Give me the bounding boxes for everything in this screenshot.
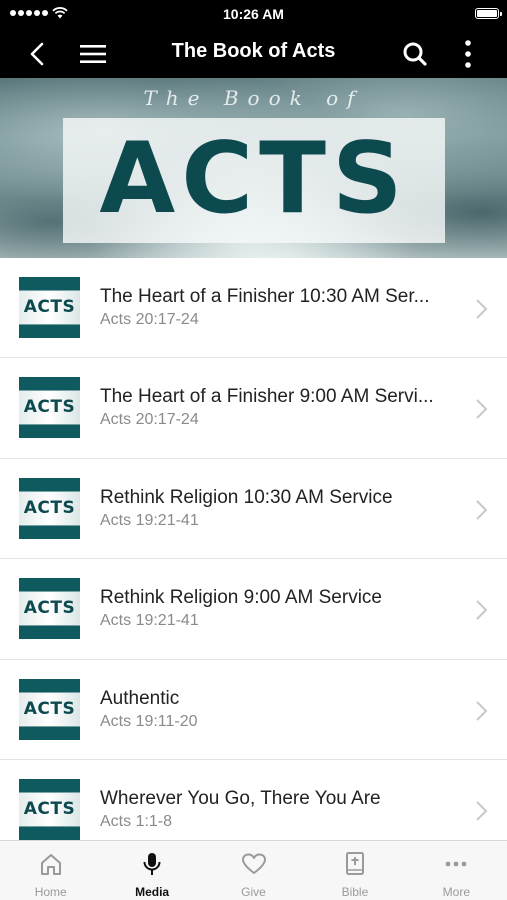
tab-home[interactable]: Home (0, 841, 101, 900)
sermon-list: ACTS The Heart of a Finisher 10:30 AM Se… (0, 258, 507, 840)
sermon-scripture: Acts 19:21-41 (100, 612, 199, 630)
sermon-thumbnail: ACTS (19, 377, 80, 439)
sermon-thumbnail: ACTS (19, 477, 80, 539)
sermon-title: Rethink Religion 9:00 AM Service (100, 587, 382, 609)
bible-icon (345, 852, 364, 875)
sermon-title: Authentic (100, 687, 180, 709)
tab-label: Bible (341, 885, 369, 899)
sermon-scripture: Acts 20:17-24 (100, 411, 199, 429)
page-title: The Book of Acts (171, 40, 336, 62)
status-bar: 10:26 AM (0, 0, 507, 28)
tab-media[interactable]: Media (101, 841, 202, 900)
banner-title-box: ACTS (63, 118, 445, 243)
chevron-right-icon (476, 801, 488, 821)
chevron-right-icon (476, 700, 488, 721)
sermon-title: The Heart of a Finisher 9:00 AM Servi... (100, 386, 434, 408)
tab-bible[interactable]: Bible (304, 841, 405, 900)
list-item[interactable]: ACTS Rethink Religion 10:30 AM Service A… (0, 458, 507, 560)
chevron-right-icon (476, 500, 488, 520)
chevron-right-icon (476, 299, 488, 319)
sermon-title: The Heart of a Finisher 10:30 AM Ser... (100, 286, 430, 307)
microphone-icon (143, 853, 161, 875)
search-icon[interactable] (400, 39, 430, 69)
more-dots-icon (445, 861, 467, 867)
sermon-scripture: Acts 19:21-41 (100, 511, 199, 529)
tab-label: Give (241, 885, 266, 899)
bottom-tab-bar: Home Media Give Bible More (0, 840, 507, 900)
sermon-scripture: Acts 20:17-24 (100, 311, 199, 328)
more-vertical-icon[interactable] (456, 38, 480, 70)
list-item[interactable]: ACTS Wherever You Go, There You Are Acts… (0, 759, 507, 840)
sermon-thumbnail: ACTS (19, 778, 80, 840)
home-icon (40, 854, 61, 875)
series-banner: The Book of ACTS (0, 78, 507, 258)
chevron-right-icon (476, 399, 488, 420)
back-chevron-icon[interactable] (24, 40, 52, 68)
tab-label: Media (135, 885, 170, 899)
hamburger-menu-icon[interactable] (78, 40, 108, 68)
banner-script-text: The Book of (143, 86, 364, 110)
list-item[interactable]: ACTS The Heart of a Finisher 10:30 AM Se… (0, 258, 507, 359)
chevron-right-icon (476, 600, 488, 620)
status-time: 10:26 AM (223, 6, 284, 22)
sermon-scripture: Acts 19:11-20 (100, 712, 198, 730)
sermon-thumbnail: ACTS (19, 578, 80, 640)
battery-icon (475, 8, 502, 19)
sermon-title: Rethink Religion 10:30 AM Service (100, 486, 393, 508)
navigation-bar: The Book of Acts (0, 28, 507, 78)
list-item[interactable]: ACTS Authentic Acts 19:11-20 (0, 659, 507, 760)
tab-give[interactable]: Give (203, 841, 304, 900)
tab-label: More (442, 885, 470, 899)
list-item[interactable]: ACTS The Heart of a Finisher 9:00 AM Ser… (0, 358, 507, 459)
sermon-scripture: Acts 1:1-8 (100, 812, 173, 830)
list-item[interactable]: ACTS Rethink Religion 9:00 AM Service Ac… (0, 559, 507, 660)
sermon-thumbnail: ACTS (19, 678, 80, 740)
heart-icon (241, 853, 266, 874)
tab-label: Home (34, 885, 67, 899)
sermon-thumbnail: ACTS (19, 277, 80, 338)
tab-more[interactable]: More (406, 841, 507, 900)
banner-title: ACTS (99, 122, 409, 236)
sermon-title: Wherever You Go, There You Are (100, 787, 381, 809)
